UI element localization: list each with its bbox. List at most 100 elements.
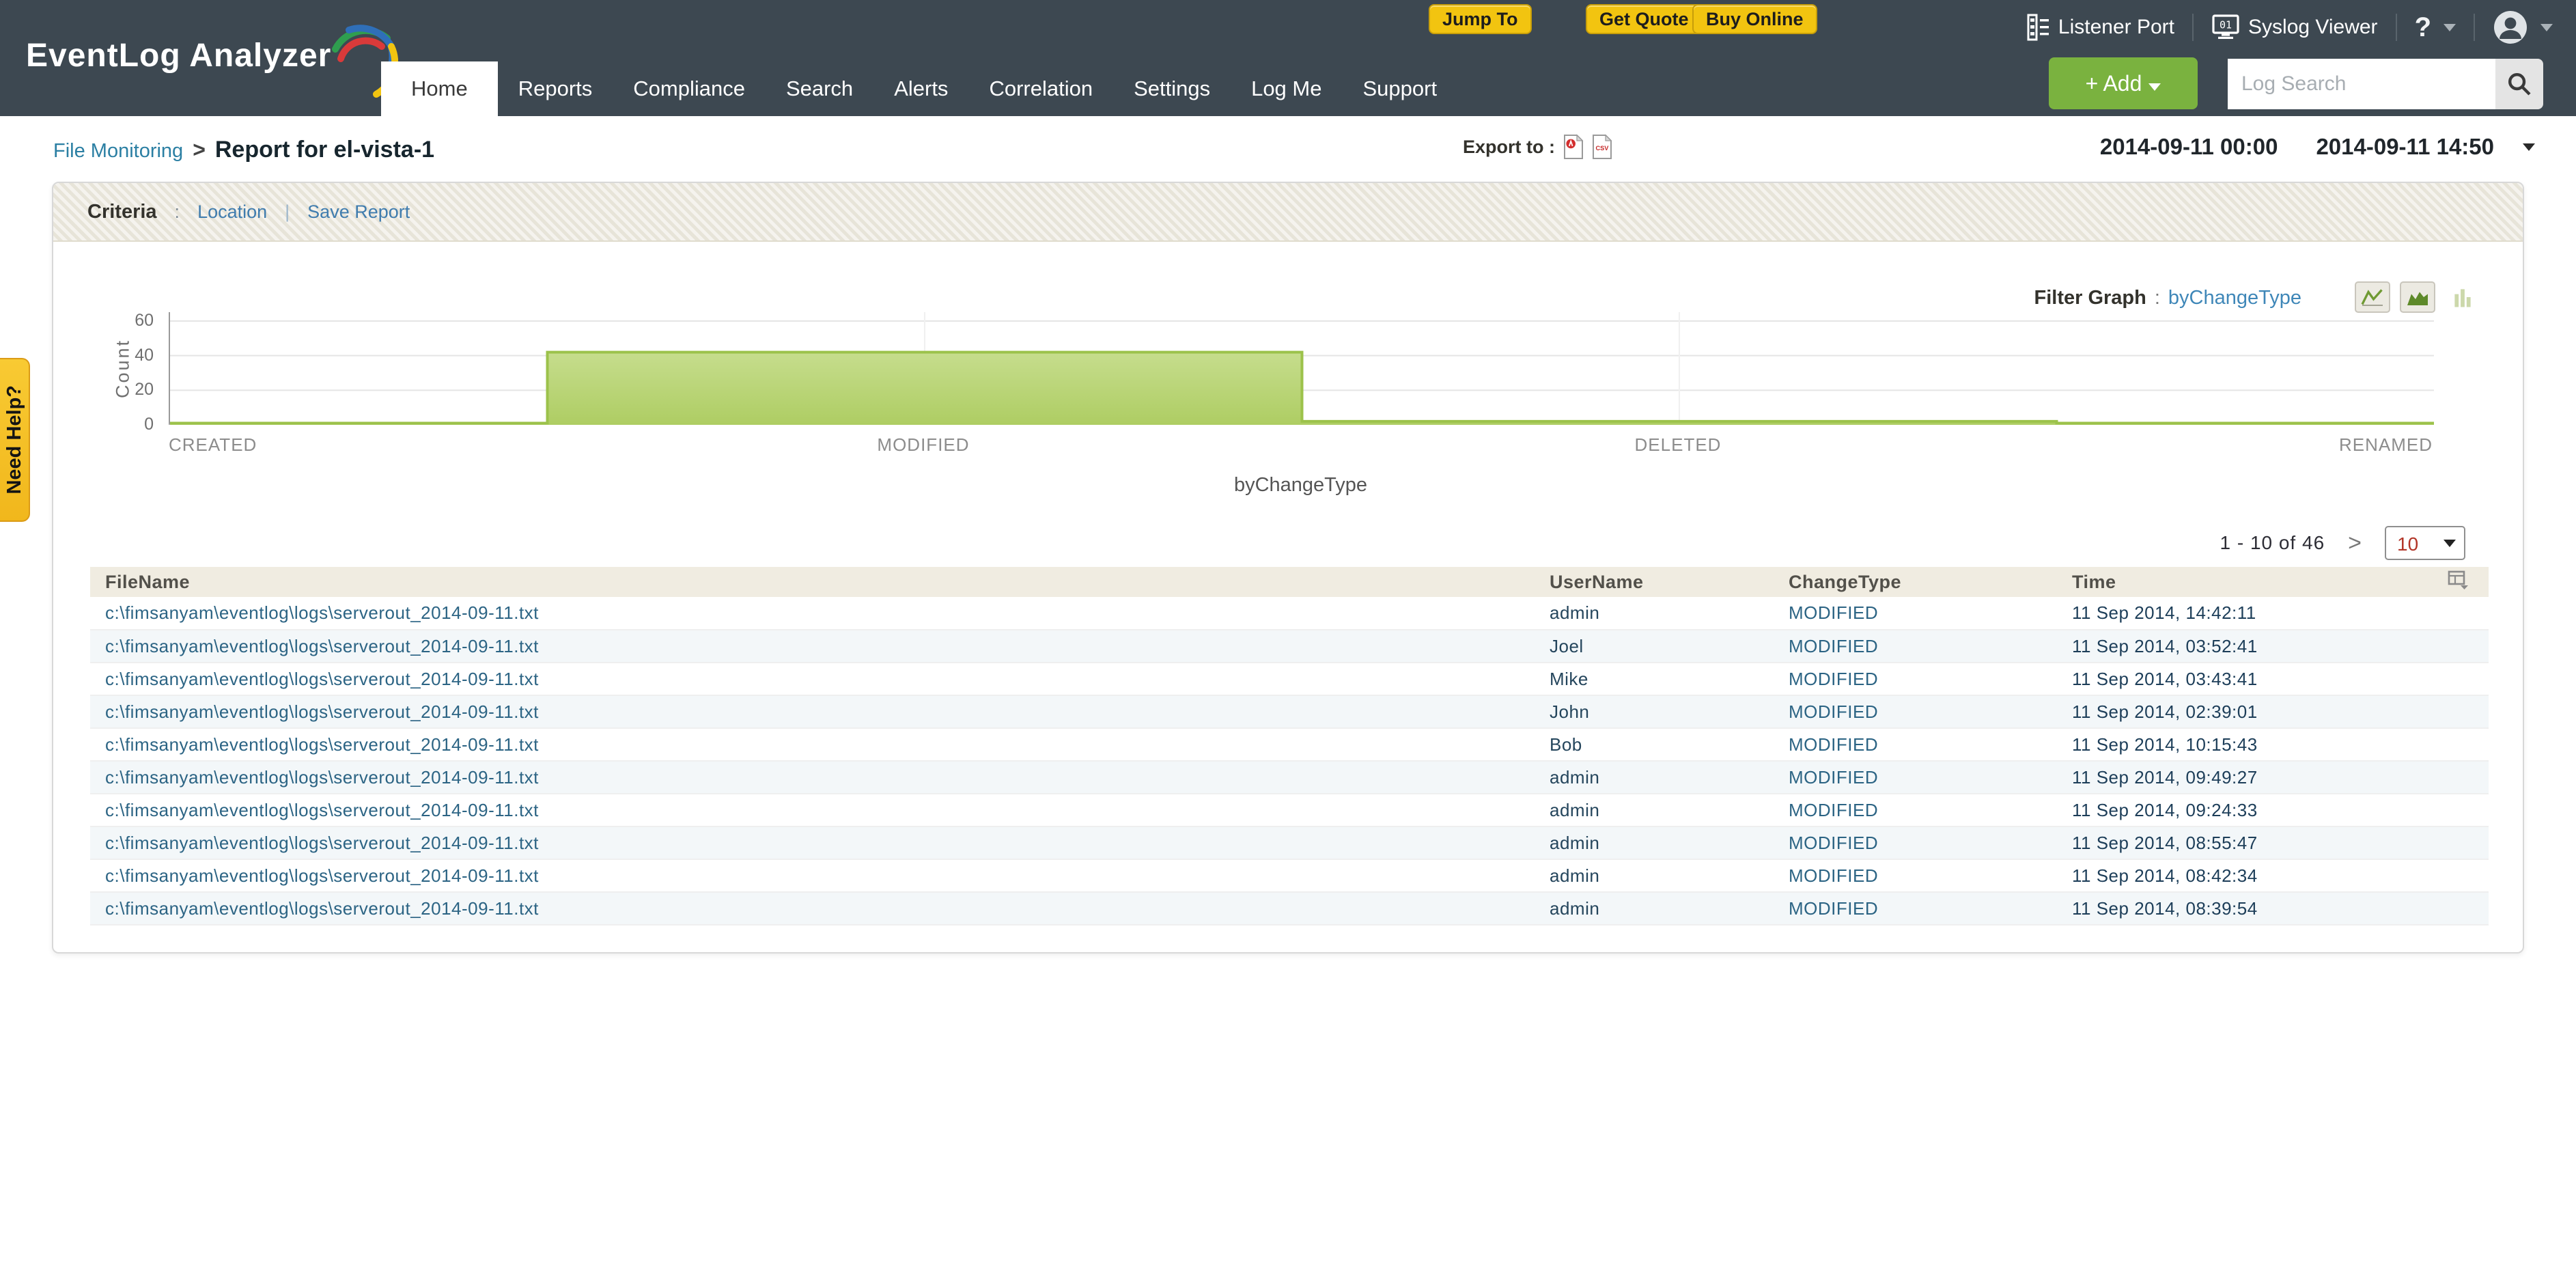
criteria-location-link[interactable]: Location [197, 201, 267, 223]
listener-port-label: Listener Port [2058, 16, 2174, 39]
pdf-export-icon[interactable] [1563, 134, 1584, 160]
cell-file[interactable]: c:\fimsanyam\eventlog\logs\serverout_201… [90, 892, 1535, 925]
chart-x-axis-title: byChangeType [169, 474, 2433, 497]
cell-options [2433, 597, 2489, 630]
cell-file[interactable]: c:\fimsanyam\eventlog\logs\serverout_201… [90, 663, 1535, 695]
criteria-colon: : [175, 201, 180, 223]
cell-change: MODIFIED [1774, 630, 2057, 663]
cell-time: 11 Sep 2014, 03:52:41 [2057, 630, 2433, 663]
table-row[interactable]: c:\fimsanyam\eventlog\logs\serverout_201… [90, 663, 2489, 695]
line-chart-icon[interactable] [2355, 281, 2390, 313]
table-row[interactable]: c:\fimsanyam\eventlog\logs\serverout_201… [90, 597, 2489, 630]
column-header-filename[interactable]: FileName [90, 567, 1535, 597]
search-button[interactable] [2495, 59, 2543, 109]
chevron-down-icon [2148, 83, 2161, 91]
cell-file[interactable]: c:\fimsanyam\eventlog\logs\serverout_201… [90, 630, 1535, 663]
cell-time: 11 Sep 2014, 14:42:11 [2057, 597, 2433, 630]
log-search-input[interactable] [2228, 59, 2495, 109]
page-size-select[interactable]: 10 [2385, 526, 2465, 560]
cell-file[interactable]: c:\fimsanyam\eventlog\logs\serverout_201… [90, 761, 1535, 794]
need-help-label: Need Help? [3, 385, 26, 495]
nav-tab-correlation[interactable]: Correlation [968, 61, 1113, 116]
divider: | [285, 201, 290, 223]
column-header-changetype[interactable]: ChangeType [1774, 567, 2057, 597]
nav-tab-alerts[interactable]: Alerts [873, 61, 968, 116]
table-row[interactable]: c:\fimsanyam\eventlog\logs\serverout_201… [90, 794, 2489, 826]
user-avatar-icon [2493, 10, 2528, 45]
nav-tab-search[interactable]: Search [766, 61, 873, 116]
cell-options [2433, 630, 2489, 663]
cell-change: MODIFIED [1774, 695, 2057, 728]
help-icon: ? [2415, 12, 2431, 43]
cell-time: 11 Sep 2014, 08:55:47 [2057, 826, 2433, 859]
need-help-tab[interactable]: Need Help? [0, 358, 30, 522]
column-header-time[interactable]: Time [2057, 567, 2433, 597]
x-category-label: RENAMED [2339, 434, 2433, 456]
cell-file[interactable]: c:\fimsanyam\eventlog\logs\serverout_201… [90, 826, 1535, 859]
buy-online-button[interactable]: Buy Online [1692, 4, 1817, 34]
cell-user: Joel [1535, 630, 1774, 663]
report-table: FileName UserName ChangeType Time c:\fim… [90, 567, 2489, 926]
table-row[interactable]: c:\fimsanyam\eventlog\logs\serverout_201… [90, 859, 2489, 892]
breadcrumb-section-link[interactable]: File Monitoring [53, 140, 183, 163]
chart-y-ticks: 0204060 [122, 312, 160, 423]
add-button-label: + Add [2086, 71, 2142, 96]
add-button[interactable]: + Add [2049, 57, 2198, 109]
nav-tab-support[interactable]: Support [1342, 61, 1457, 116]
cell-file[interactable]: c:\fimsanyam\eventlog\logs\serverout_201… [90, 794, 1535, 826]
cell-file[interactable]: c:\fimsanyam\eventlog\logs\serverout_201… [90, 597, 1535, 630]
syslog-viewer-button[interactable]: 01 Syslog Viewer [2211, 13, 2378, 42]
nav-tab-reports[interactable]: Reports [498, 61, 613, 116]
date-range-end: 2014-09-11 14:50 [2316, 134, 2494, 160]
cell-user: admin [1535, 597, 1774, 630]
cell-options [2433, 728, 2489, 761]
column-header-options[interactable] [2433, 567, 2489, 597]
nav-tab-compliance[interactable]: Compliance [613, 61, 766, 116]
x-category-label: CREATED [169, 434, 257, 456]
cell-file[interactable]: c:\fimsanyam\eventlog\logs\serverout_201… [90, 695, 1535, 728]
criteria-bar: Criteria : Location | Save Report [53, 183, 2523, 242]
search-icon [2506, 71, 2532, 97]
cell-change: MODIFIED [1774, 826, 2057, 859]
column-header-username[interactable]: UserName [1535, 567, 1774, 597]
date-range-picker[interactable]: 2014-09-11 00:00 2014-09-11 14:50 [2100, 134, 2535, 160]
chart-plot-area: 0204060 [169, 312, 2433, 425]
cell-file[interactable]: c:\fimsanyam\eventlog\logs\serverout_201… [90, 859, 1535, 892]
pagination: 1 - 10 of 46 > 10 [2220, 526, 2465, 560]
save-report-link[interactable]: Save Report [307, 201, 410, 223]
table-row[interactable]: c:\fimsanyam\eventlog\logs\serverout_201… [90, 728, 2489, 761]
account-menu-button[interactable] [2493, 10, 2553, 45]
csv-export-icon[interactable]: CSV [1592, 134, 1612, 160]
get-quote-button[interactable]: Get Quote [1586, 4, 1703, 34]
listener-port-button[interactable]: Listener Port [2027, 14, 2174, 41]
export-bar: Export to : CSV [1463, 134, 1612, 160]
area-chart-icon[interactable] [2400, 281, 2435, 313]
next-page-button[interactable]: > [2348, 530, 2362, 557]
table-row[interactable]: c:\fimsanyam\eventlog\logs\serverout_201… [90, 630, 2489, 663]
cell-options [2433, 892, 2489, 925]
table-row[interactable]: c:\fimsanyam\eventlog\logs\serverout_201… [90, 892, 2489, 925]
filter-graph-title: Filter Graph [2034, 287, 2146, 309]
table-row[interactable]: c:\fimsanyam\eventlog\logs\serverout_201… [90, 695, 2489, 728]
divider [2396, 14, 2397, 41]
svg-text:CSV: CSV [1596, 145, 1610, 152]
nav-tab-log-me[interactable]: Log Me [1231, 61, 1342, 116]
header-utility-bar: Listener Port 01 Syslog Viewer ? [2027, 10, 2553, 45]
cell-change: MODIFIED [1774, 794, 2057, 826]
table-row[interactable]: c:\fimsanyam\eventlog\logs\serverout_201… [90, 761, 2489, 794]
filter-graph-value[interactable]: byChangeType [2168, 287, 2301, 309]
chevron-down-icon [2444, 540, 2456, 547]
nav-tab-settings[interactable]: Settings [1113, 61, 1231, 116]
cell-change: MODIFIED [1774, 597, 2057, 630]
cell-change: MODIFIED [1774, 859, 2057, 892]
jump-to-button[interactable]: Jump To [1429, 4, 1532, 34]
cell-file[interactable]: c:\fimsanyam\eventlog\logs\serverout_201… [90, 728, 1535, 761]
nav-tab-home[interactable]: Home [381, 61, 498, 116]
table-row[interactable]: c:\fimsanyam\eventlog\logs\serverout_201… [90, 826, 2489, 859]
cell-user: Bob [1535, 728, 1774, 761]
bar-chart-icon[interactable] [2445, 281, 2480, 313]
filter-graph-label: Filter Graph : byChangeType [2034, 287, 2301, 309]
help-menu-button[interactable]: ? [2415, 12, 2456, 43]
cell-change: MODIFIED [1774, 761, 2057, 794]
cell-time: 11 Sep 2014, 08:42:34 [2057, 859, 2433, 892]
